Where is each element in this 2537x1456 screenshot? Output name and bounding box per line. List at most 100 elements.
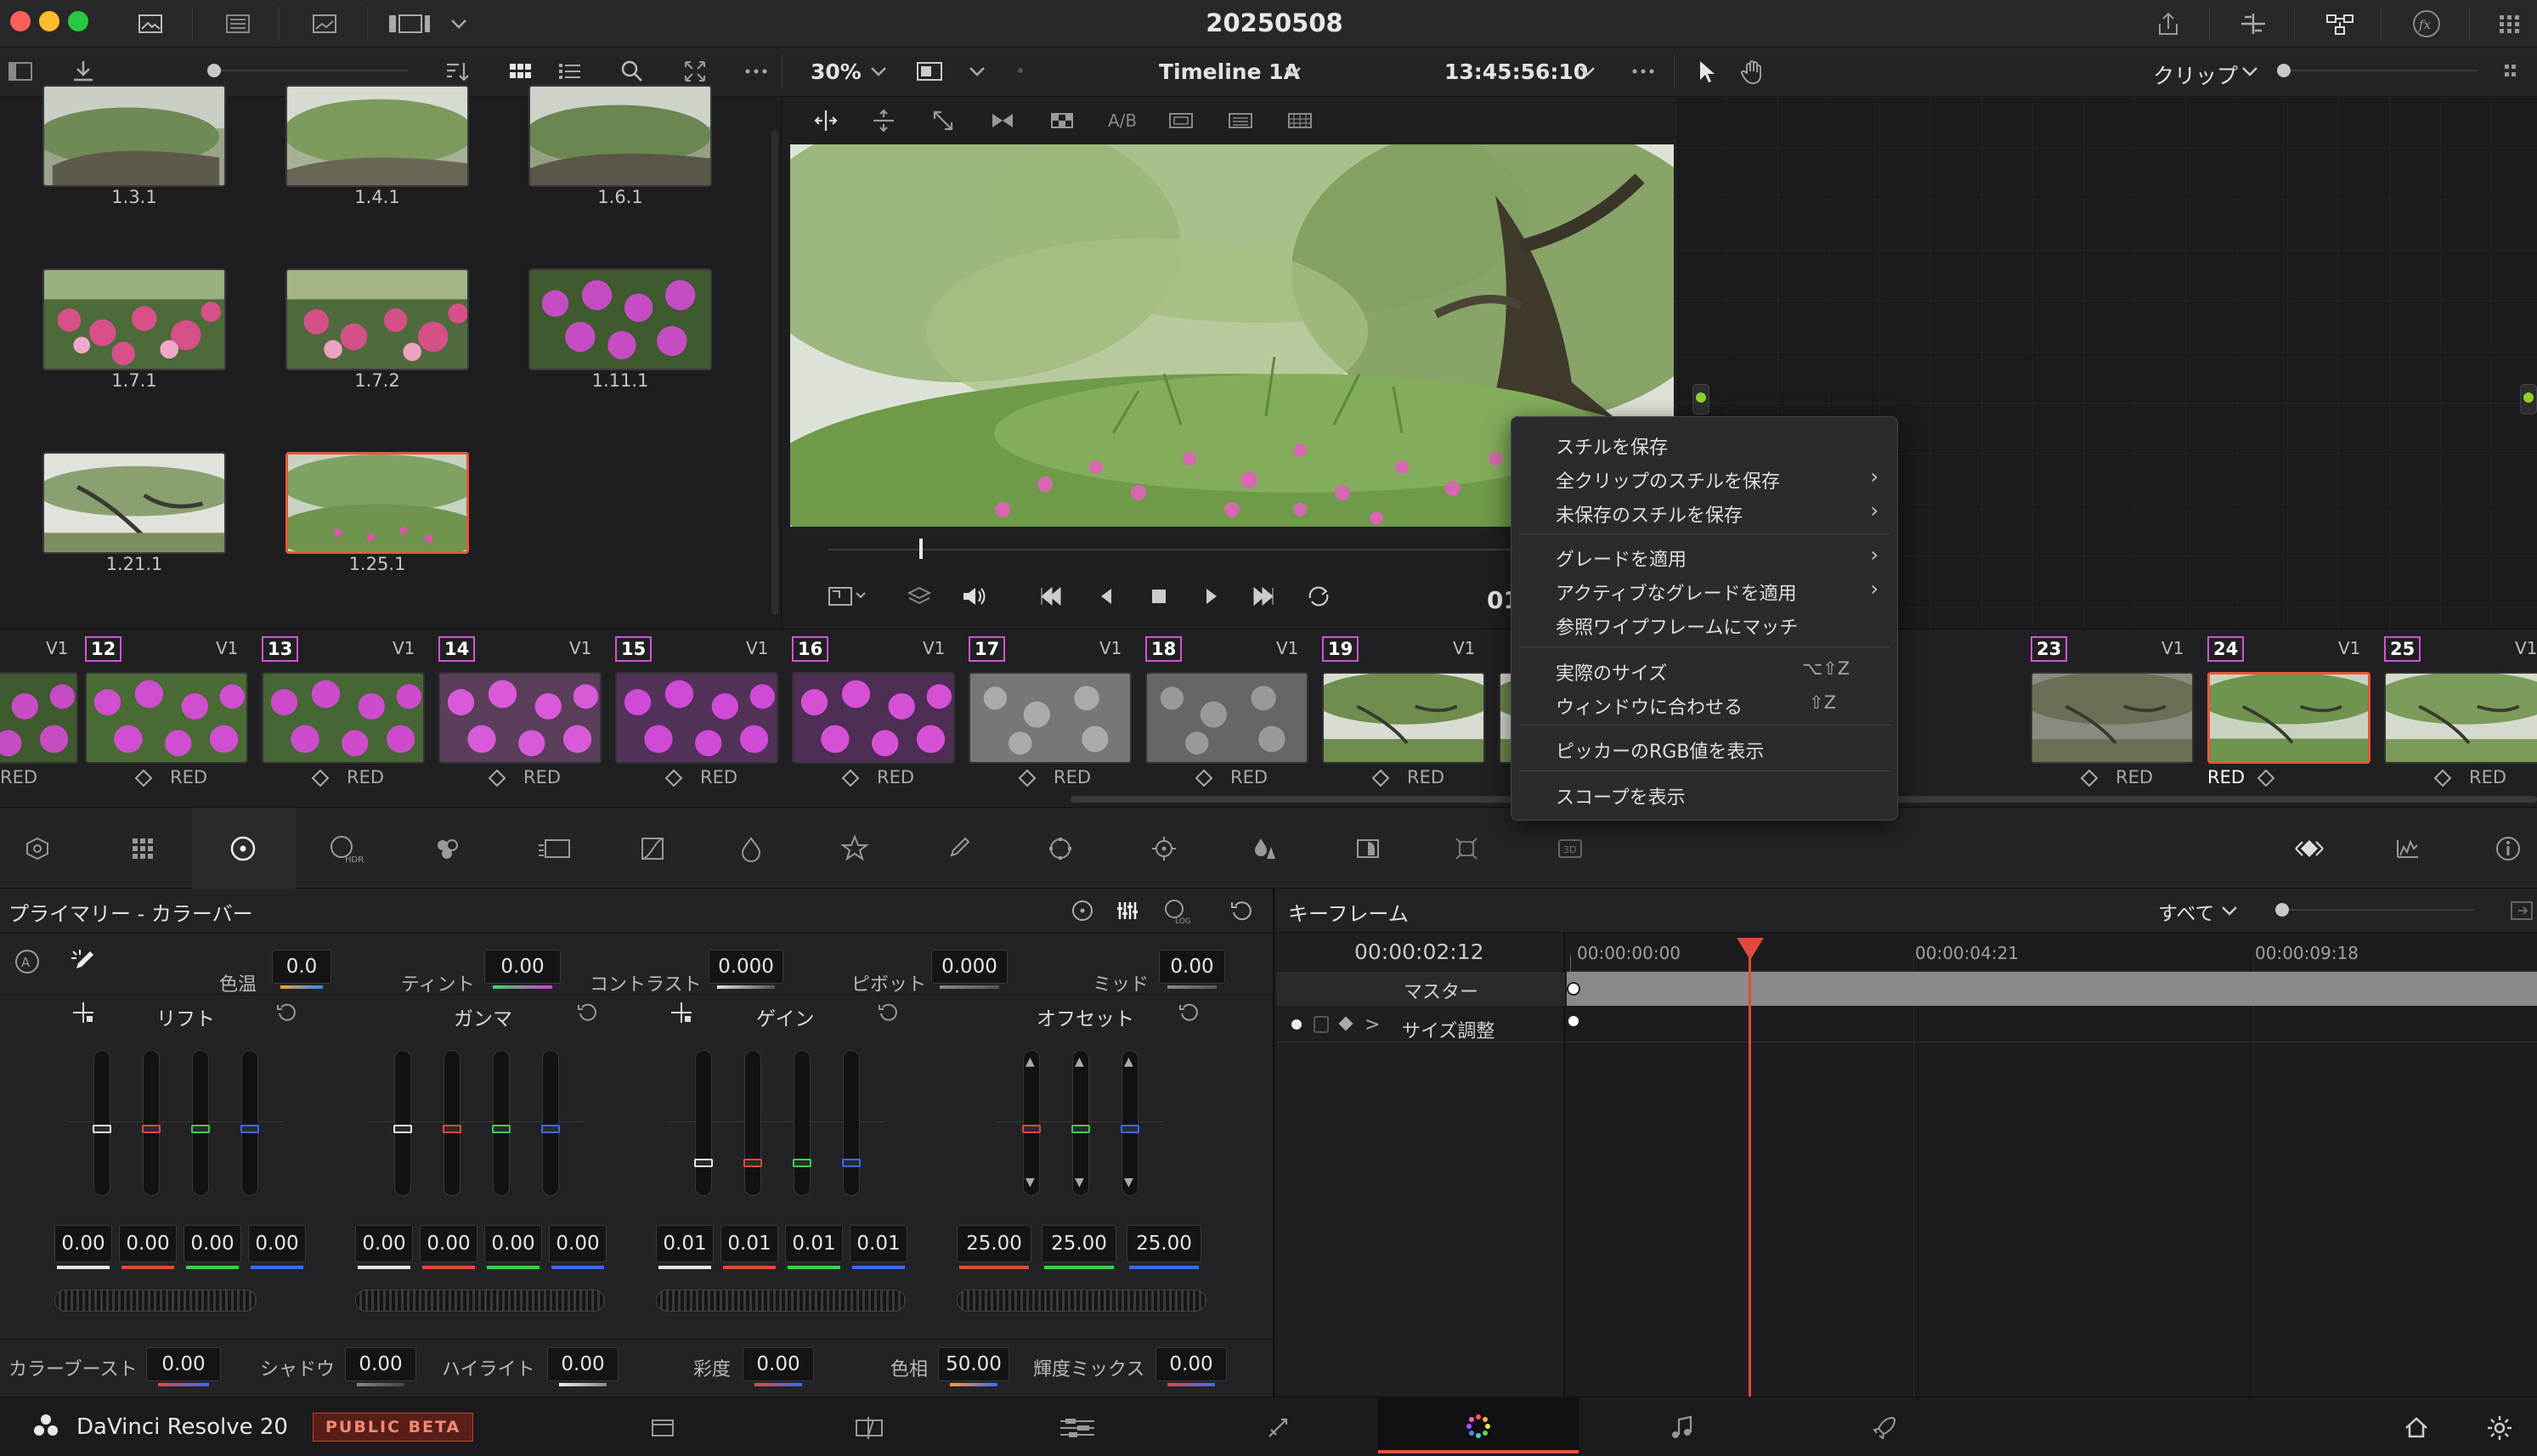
channel-value-field[interactable]: 0.01 [656, 1225, 714, 1262]
ab-compare-toggle[interactable]: A/B [1108, 110, 1137, 131]
master-jog-wheel[interactable] [355, 1290, 605, 1312]
chevron-down-icon[interactable] [447, 8, 471, 39]
slider-knob[interactable] [393, 1125, 412, 1133]
channel-value-field[interactable]: 0.00 [248, 1225, 306, 1262]
keyframes-zoom-slider[interactable] [2279, 909, 2474, 911]
playhead-marker[interactable] [1737, 938, 1764, 960]
keyframes-expand-icon[interactable] [2506, 895, 2537, 926]
slider-up-arrow[interactable]: ▲ [1124, 1055, 1133, 1069]
slider-up-arrow[interactable]: ▲ [1026, 1055, 1035, 1069]
still-thumbnail[interactable] [285, 85, 469, 187]
play-reverse-icon[interactable] [1091, 581, 1122, 612]
channel-slider[interactable] [1122, 1050, 1139, 1196]
curves-icon[interactable] [637, 833, 668, 864]
channel-slider[interactable] [794, 1050, 811, 1196]
channel-value-field[interactable]: 0.00 [420, 1225, 477, 1262]
jump-to-start-icon[interactable] [1035, 581, 1065, 612]
channel-value-field[interactable]: 0.00 [119, 1225, 177, 1262]
channel-slider[interactable] [695, 1050, 712, 1196]
primaries-wheels-mode-icon[interactable] [1067, 895, 1098, 926]
viewer-size-icon[interactable] [826, 581, 868, 612]
volume-icon[interactable] [958, 581, 989, 612]
scopes-icon[interactable] [2393, 833, 2423, 864]
param-value-field[interactable]: 0.000 [931, 950, 1008, 984]
channel-slider[interactable] [1072, 1050, 1089, 1196]
channel-slider[interactable] [143, 1050, 160, 1196]
track-expand-chevron[interactable]: > [1365, 1014, 1380, 1036]
primaries-wheel-icon[interactable] [228, 833, 258, 864]
more-options-icon[interactable] [741, 56, 771, 87]
tracker-icon[interactable] [1149, 833, 1179, 864]
node-more-icon[interactable] [2498, 56, 2529, 87]
still-thumbnail-selected[interactable] [285, 452, 469, 554]
pointer-icon[interactable] [1691, 56, 1721, 87]
channel-value-field[interactable]: 0.00 [184, 1225, 241, 1262]
channel-slider[interactable] [493, 1050, 510, 1196]
scrubber-handle[interactable] [919, 539, 923, 559]
track-lock-icon[interactable] [1314, 1016, 1329, 1033]
clip-thumbnail[interactable] [85, 672, 248, 764]
node-zoom-handle[interactable] [2277, 64, 2291, 77]
channel-slider[interactable] [542, 1050, 559, 1196]
still-thumbnail[interactable] [528, 85, 712, 187]
param-value-field[interactable]: 0.00 [743, 1347, 814, 1381]
channel-value-field[interactable]: 0.00 [355, 1225, 413, 1262]
wipe-venetian-icon[interactable] [987, 105, 1018, 136]
context-menu-item[interactable]: ピッカーのRGB値を表示 [1556, 736, 1764, 764]
import-icon[interactable] [68, 56, 99, 87]
zoom-chevron-icon[interactable] [867, 56, 890, 87]
channel-slider[interactable] [394, 1050, 411, 1196]
channel-value-field[interactable]: 25.00 [957, 1225, 1031, 1262]
still-thumbnail[interactable] [42, 452, 226, 554]
zoom-window-button[interactable] [68, 11, 88, 31]
color-page-icon[interactable] [1463, 1411, 1494, 1442]
color-match-icon[interactable] [127, 833, 158, 864]
slider-knob[interactable] [743, 1159, 762, 1167]
timeline-chevron-icon[interactable] [1281, 56, 1305, 87]
viewer-timecode[interactable]: 13:45:56:10 [1444, 59, 1588, 84]
deliver-page-icon[interactable] [1869, 1413, 1900, 1443]
channel-value-field[interactable]: 0.01 [720, 1225, 778, 1262]
crosshair-picker-icon[interactable] [70, 999, 97, 1026]
channel-slider[interactable] [843, 1050, 860, 1196]
context-menu-item[interactable]: スコープを表示 [1556, 782, 1686, 810]
clip-thumbnail[interactable] [615, 672, 778, 764]
channel-slider[interactable] [744, 1050, 761, 1196]
slider-knob[interactable] [1071, 1125, 1090, 1133]
param-value-field[interactable]: 50.00 [938, 1347, 1009, 1381]
context-menu-item[interactable]: スチルを保存 [1556, 432, 1668, 460]
slider-knob[interactable] [492, 1125, 511, 1133]
still-thumbnail[interactable] [528, 268, 712, 370]
param-value-field[interactable]: 0.00 [1159, 950, 1225, 984]
reset-wheel-icon[interactable] [1176, 999, 1203, 1026]
effects-fx-icon[interactable]: fx [2411, 8, 2442, 39]
minimize-window-button[interactable] [39, 11, 59, 31]
fairlight-page-icon[interactable] [1667, 1413, 1698, 1443]
slider-knob[interactable] [443, 1125, 461, 1133]
cut-page-icon[interactable] [850, 1413, 890, 1443]
channel-value-field[interactable]: 0.00 [549, 1225, 607, 1262]
slider-down-arrow[interactable]: ▼ [1026, 1176, 1035, 1189]
wipe-horizontal-icon[interactable] [811, 105, 841, 136]
timecode-chevron-icon[interactable] [1575, 56, 1599, 87]
channel-value-field[interactable]: 0.01 [785, 1225, 843, 1262]
context-menu-item[interactable]: ウィンドウに合わせる [1556, 692, 1743, 720]
clip-thumbnail-selected[interactable] [2207, 672, 2370, 764]
grid-view-icon[interactable] [505, 56, 535, 87]
wipe-diagonal-icon[interactable] [928, 105, 958, 136]
slider-up-arrow[interactable]: ▲ [1075, 1055, 1084, 1069]
sort-icon[interactable] [442, 56, 472, 87]
rgb-mixer-icon[interactable] [432, 833, 462, 864]
channel-slider[interactable] [241, 1050, 258, 1196]
clip-thumbnail[interactable] [792, 672, 955, 764]
track-enable-dot[interactable] [1291, 1019, 1302, 1030]
sidebar-toggle-icon[interactable] [5, 56, 36, 87]
reset-wheel-icon[interactable] [875, 999, 902, 1026]
node-zoom-slider[interactable] [2282, 70, 2478, 71]
gallery-scrollbar[interactable] [771, 131, 778, 615]
channel-value-field[interactable]: 0.00 [484, 1225, 542, 1262]
home-icon[interactable] [2401, 1413, 2432, 1443]
keyframes-toggle-icon[interactable] [2289, 833, 2330, 864]
slider-knob[interactable] [1121, 1125, 1139, 1133]
media-pool-icon[interactable] [136, 8, 167, 39]
